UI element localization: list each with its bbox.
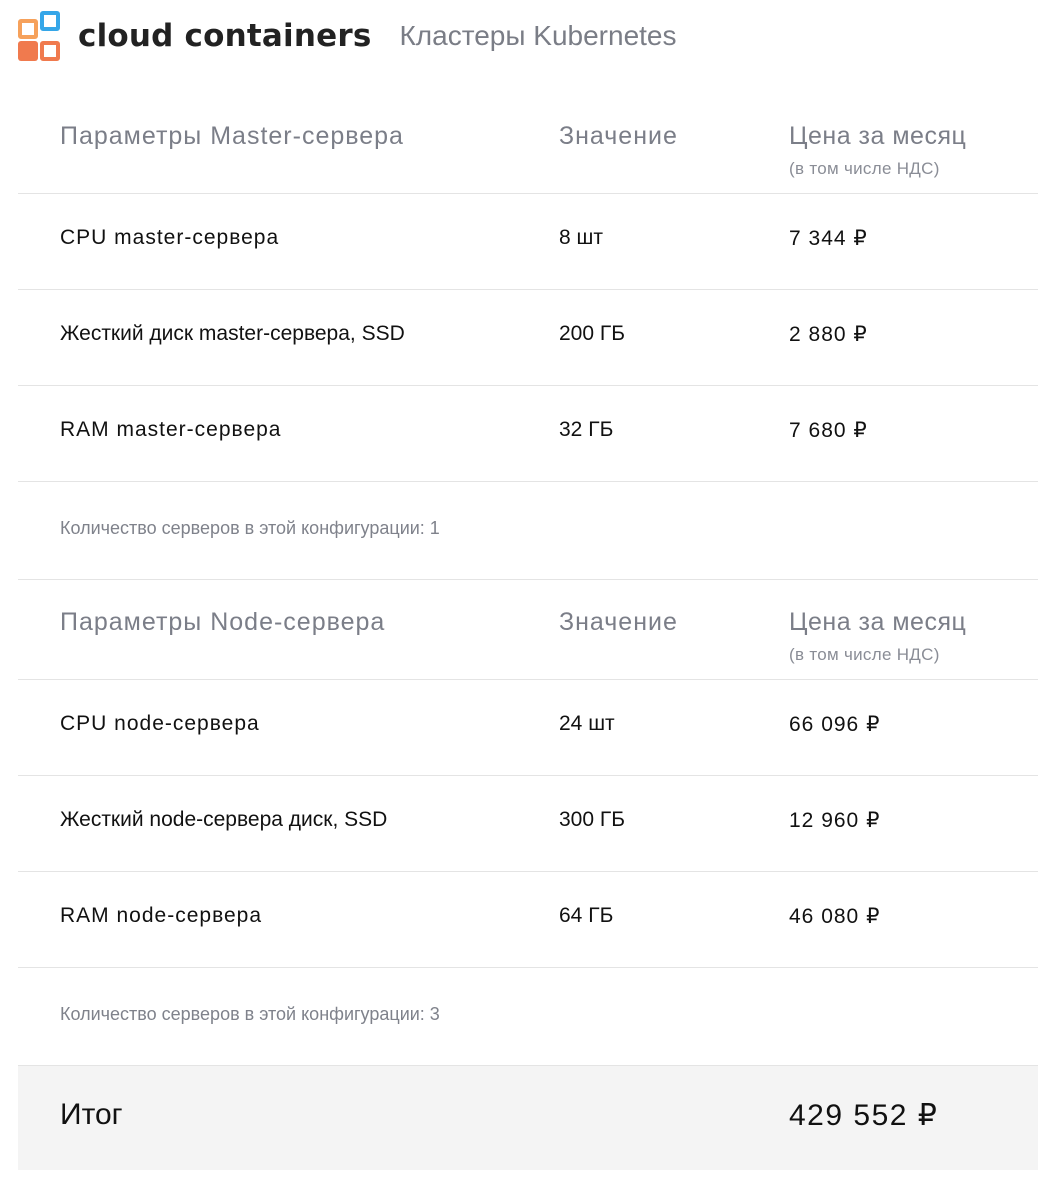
- node-param-header: Параметры Node-сервера: [60, 608, 386, 636]
- price-header-vat-note: (в том числе НДС): [789, 159, 940, 178]
- logo-square-top-right: [40, 11, 60, 31]
- param-value: 24 шт: [559, 712, 615, 735]
- param-price: 7 680 ₽: [789, 419, 868, 442]
- node-value-header: Значение: [559, 608, 678, 636]
- table-row: RAM node-сервера 64 ГБ 46 080 ₽: [18, 872, 1038, 968]
- master-value-header: Значение: [559, 122, 678, 150]
- node-server-count-row: Количество серверов в этой конфигурации:…: [18, 968, 1038, 1066]
- table-row: RAM master-сервера 32 ГБ 7 680 ₽: [18, 386, 1038, 482]
- param-name: CPU master-сервера: [60, 226, 280, 249]
- total-row: Итог 429 552 ₽: [18, 1066, 1038, 1170]
- param-value: 200 ГБ: [559, 322, 626, 345]
- brand-name: cloud containers: [78, 18, 372, 54]
- table-row: CPU node-сервера 24 шт 66 096 ₽: [18, 680, 1038, 776]
- server-count-text: Количество серверов в этой конфигурации:…: [60, 518, 440, 538]
- server-count-text: Количество серверов в этой конфигурации:…: [60, 1004, 440, 1024]
- logo-square-bottom-right: [40, 41, 60, 61]
- total-value: 429 552 ₽: [789, 1099, 939, 1132]
- param-value: 64 ГБ: [559, 904, 614, 927]
- param-name: RAM node-сервера: [60, 904, 263, 927]
- param-value: 300 ГБ: [559, 808, 626, 831]
- price-header-label: Цена за месяц: [789, 608, 967, 636]
- page-header: cloud containers Кластеры Kubernetes: [18, 8, 677, 64]
- table-row: Жесткий диск master-сервера, SSD 200 ГБ …: [18, 290, 1038, 386]
- table-row: CPU master-сервера 8 шт 7 344 ₽: [18, 194, 1038, 290]
- param-price: 12 960 ₽: [789, 809, 881, 832]
- total-label: Итог: [60, 1098, 123, 1131]
- price-table: Параметры Master-сервера Значение Цена з…: [18, 94, 1038, 1170]
- master-param-header: Параметры Master-сервера: [60, 122, 404, 150]
- param-price: 66 096 ₽: [789, 713, 881, 736]
- param-price: 7 344 ₽: [789, 227, 868, 250]
- price-header-vat-note: (в том числе НДС): [789, 645, 940, 664]
- logo-square-bottom-left: [18, 41, 38, 61]
- param-name: RAM master-сервера: [60, 418, 282, 441]
- section-title: Кластеры Kubernetes: [399, 20, 677, 51]
- param-name: CPU node-сервера: [60, 712, 260, 735]
- param-name: Жесткий диск master-сервера, SSD: [60, 322, 405, 345]
- cloud-containers-logo-icon: [18, 11, 66, 61]
- master-header-row: Параметры Master-сервера Значение Цена з…: [18, 94, 1038, 194]
- node-price-header: Цена за месяц (в том числе НДС): [789, 608, 966, 665]
- param-name: Жесткий node-сервера диск, SSD: [60, 808, 388, 831]
- logo-square-top-left: [18, 19, 38, 39]
- master-server-count-row: Количество серверов в этой конфигурации:…: [18, 482, 1038, 580]
- node-header-row: Параметры Node-сервера Значение Цена за …: [18, 580, 1038, 680]
- param-price: 46 080 ₽: [789, 905, 881, 928]
- param-value: 8 шт: [559, 226, 603, 249]
- param-value: 32 ГБ: [559, 418, 614, 441]
- table-row: Жесткий node-сервера диск, SSD 300 ГБ 12…: [18, 776, 1038, 872]
- param-price: 2 880 ₽: [789, 323, 868, 346]
- price-header-label: Цена за месяц: [789, 122, 967, 150]
- master-price-header: Цена за месяц (в том числе НДС): [789, 122, 966, 179]
